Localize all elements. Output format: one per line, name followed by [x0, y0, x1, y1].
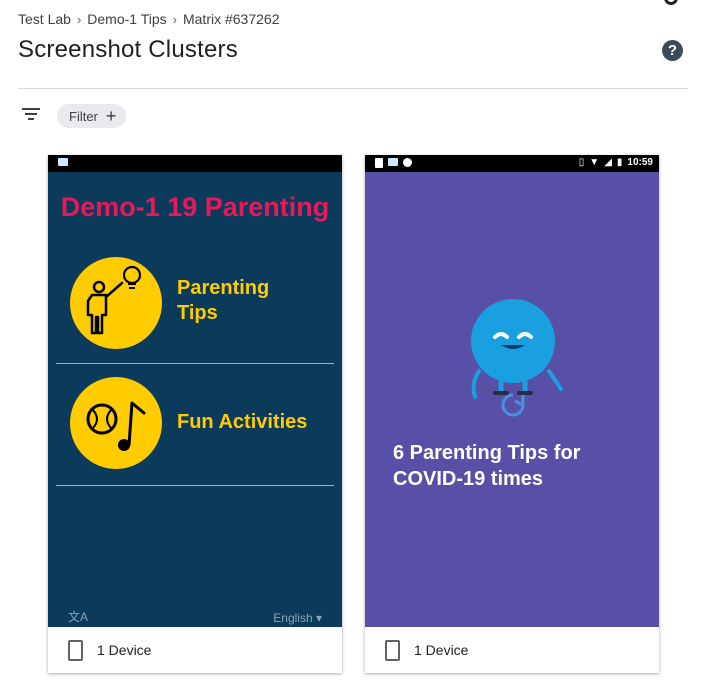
breadcrumb-separator: › — [172, 11, 177, 27]
phone-icon — [385, 639, 400, 661]
blue-ball-mascot-icon — [471, 299, 563, 417]
menu-item-label: Tips — [177, 302, 218, 324]
menu-item-label: Fun Activities — [177, 411, 308, 433]
signal-icon: ◢ — [604, 157, 612, 168]
app-screenshot: Demo-1 19 Parenting Parenting Tips Fun A… — [48, 172, 342, 627]
menu-item-parenting-tips[interactable]: Parenting Tips — [177, 276, 269, 326]
filter-list-icon[interactable] — [22, 108, 40, 122]
device-count: 1 Device — [97, 642, 152, 658]
parent-idea-icon — [70, 257, 162, 349]
breadcrumb-demo-tips[interactable]: Demo-1 Tips — [87, 11, 166, 27]
vibrate-icon: ▯ — [578, 157, 585, 168]
language-selector[interactable]: English ▾ — [273, 611, 322, 625]
app-title: Demo-1 19 Parenting — [60, 192, 330, 222]
screenshot-cluster-card[interactable]: Demo-1 19 Parenting Parenting Tips Fun A… — [48, 155, 342, 673]
menu-item-fun-activities[interactable]: Fun Activities — [177, 410, 307, 435]
add-icon: + — [105, 106, 117, 126]
dropdown-arrow-icon: ▾ — [315, 611, 322, 625]
help-icon[interactable]: ? — [662, 40, 683, 61]
language-label: English — [273, 611, 313, 625]
splash-text: 6 Parenting Tips for COVID-19 times — [393, 440, 580, 492]
card-footer: 1 Device — [365, 627, 659, 673]
image-icon — [58, 158, 68, 166]
battery-icon: ▮ — [616, 157, 623, 168]
status-time: 10:59 — [627, 157, 653, 168]
breadcrumb-matrix[interactable]: Matrix #637262 — [183, 11, 280, 27]
divider — [56, 485, 334, 486]
divider — [18, 88, 688, 89]
device-count: 1 Device — [414, 642, 469, 658]
menu-item-label: Parenting — [177, 277, 270, 299]
clipboard-icon — [375, 158, 383, 168]
status-bar: ▯ ▼ ◢ ▮ 10:59 — [365, 155, 659, 172]
corner-icon — [664, 0, 678, 5]
splash-text-line: 6 Parenting Tips for — [393, 442, 581, 464]
filter-chip[interactable]: Filter + — [57, 104, 127, 128]
splash-text-line: COVID-19 times — [393, 468, 544, 490]
filter-chip-label: Filter — [69, 108, 98, 124]
circle-icon — [403, 158, 412, 167]
breadcrumb: Test Lab › Demo-1 Tips › Matrix #637262 — [18, 11, 280, 27]
breadcrumb-test-lab[interactable]: Test Lab — [18, 11, 71, 27]
ball-music-icon — [70, 377, 162, 469]
card-footer: 1 Device — [48, 627, 342, 673]
wifi-icon: ▼ — [589, 157, 600, 168]
breadcrumb-separator: › — [76, 11, 82, 27]
image-icon — [388, 158, 398, 166]
divider — [56, 363, 334, 364]
status-bar — [48, 155, 342, 172]
app-screenshot: 6 Parenting Tips for COVID-19 times — [365, 172, 659, 627]
page-title: Screenshot Clusters — [18, 36, 238, 63]
screenshot-cluster-card[interactable]: ▯ ▼ ◢ ▮ 10:59 6 Parenting Tips for COVID… — [365, 155, 659, 673]
phone-icon — [68, 639, 83, 661]
translate-icon[interactable]: 文A — [68, 608, 88, 625]
